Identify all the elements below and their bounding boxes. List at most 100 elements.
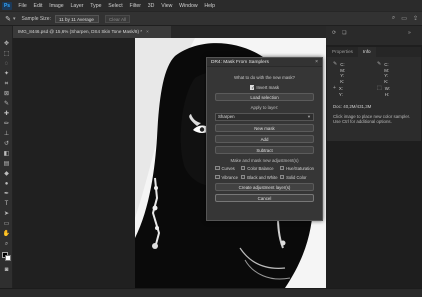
adjustment-label: Solid Color xyxy=(286,174,307,180)
add-button[interactable]: Add xyxy=(215,134,314,143)
gradient-tool-icon[interactable]: ▤ xyxy=(2,160,11,168)
document-tab[interactable]: IMG_8446.psd @ 15,6% (Sharpen, DS4 Skin … xyxy=(13,26,171,38)
adjustment-curves[interactable]: Curves xyxy=(215,166,239,171)
info-readout-size: ⬚ W: H: xyxy=(377,85,415,97)
path-select-tool-icon[interactable]: ➤ xyxy=(2,210,11,218)
new-mask-button[interactable]: New mask xyxy=(215,123,314,132)
lasso-tool-icon[interactable]: ◌ xyxy=(2,60,11,68)
menu-edit[interactable]: Edit xyxy=(30,3,46,9)
eraser-tool-icon[interactable]: ◧ xyxy=(2,150,11,158)
info-readout-cmyk-2: ✎ C: M: Y: K: xyxy=(377,61,415,84)
menu-filter[interactable]: Filter xyxy=(126,3,144,9)
info-readout-cmyk-1: ✎ C: M: Y: K: xyxy=(333,61,371,84)
cancel-button[interactable]: Cancel xyxy=(215,193,314,202)
type-tool-icon[interactable]: T xyxy=(2,200,11,208)
eyedropper-icon: ✎ xyxy=(377,61,382,67)
panel-icon-strip: ⟳ ❏ » xyxy=(326,26,422,46)
tab-properties[interactable]: Properties xyxy=(327,47,358,57)
marquee-tool-icon[interactable]: ⬚ xyxy=(2,50,11,58)
menu-window[interactable]: Window xyxy=(176,3,201,9)
options-bar: ✎ ▾ Sample Size: 11 by 11 Average Clear … xyxy=(0,11,422,26)
eyedropper-tool-icon[interactable]: ✎ xyxy=(3,15,13,23)
panel-tabs: Properties Info xyxy=(327,47,421,57)
adjustment-label: Curves xyxy=(221,165,235,171)
clone-stamp-icon[interactable]: ⊥ xyxy=(2,130,11,138)
crosshair-icon: + xyxy=(333,85,336,91)
adjustments-section-label: Make and mask new adjustment(s) xyxy=(230,157,299,163)
history-panel-icon[interactable]: ⟳ xyxy=(332,30,336,36)
quick-mask-icon[interactable]: ◙ xyxy=(2,266,11,274)
clear-all-button[interactable]: Clear All xyxy=(104,14,131,23)
adjustment-label: Color Balance xyxy=(247,165,274,171)
menu-image[interactable]: Image xyxy=(46,3,67,9)
tab-close-icon[interactable]: × xyxy=(146,29,149,34)
workspace-icon[interactable]: ▭ xyxy=(401,15,407,22)
solid-color-checkbox[interactable] xyxy=(279,174,285,180)
dodge-tool-icon[interactable]: ● xyxy=(2,180,11,188)
apply-to-layer-label: Apply to layer: xyxy=(250,105,279,110)
shape-tool-icon[interactable]: ▭ xyxy=(2,220,11,228)
frame-tool-icon[interactable]: ⊠ xyxy=(2,90,11,98)
blur-tool-icon[interactable]: ◆ xyxy=(2,170,11,178)
invert-mask-checkbox[interactable] xyxy=(249,85,255,90)
adjustment-label: Black and White xyxy=(247,174,278,180)
dialog-body: What to do with the new mask? Invert mas… xyxy=(207,67,322,204)
info-hint-text: Click image to place new color sampler. … xyxy=(333,114,411,125)
black-and-white-checkbox[interactable] xyxy=(240,174,246,180)
eyedropper-icon[interactable]: ✎ xyxy=(2,100,11,108)
menu-file[interactable]: File xyxy=(15,3,30,9)
marquee-icon: ⬚ xyxy=(377,85,382,91)
menu-layer[interactable]: Layer xyxy=(67,3,87,9)
adjustment-hue-saturation[interactable]: Hue/Saturation xyxy=(279,165,314,171)
pen-tool-icon[interactable]: ✒ xyxy=(2,190,11,198)
menu-select[interactable]: Select xyxy=(105,3,126,9)
adjustment-black-and-white[interactable]: Black and White xyxy=(240,174,278,180)
healing-brush-icon[interactable]: ✚ xyxy=(2,110,11,118)
menu-type[interactable]: Type xyxy=(87,3,105,9)
info-readouts: ✎ C: M: Y: K: ✎ C: M: Y: K: + X: Y: ⬚ W:… xyxy=(327,57,421,97)
create-adjustment-layers-button[interactable]: Create adjustment layer(s) xyxy=(215,182,314,191)
dialog-question: What to do with the new mask? xyxy=(233,75,295,80)
layer-select[interactable]: Sharpen ▼ xyxy=(215,113,314,121)
menu-bar: Ps File Edit Image Layer Type Select Fil… xyxy=(0,0,422,11)
collapse-panel-icon[interactable]: » xyxy=(408,30,411,36)
quick-select-tool-icon[interactable]: ✦ xyxy=(2,70,11,78)
tab-info[interactable]: Info xyxy=(357,47,376,57)
curves-checkbox[interactable] xyxy=(215,165,220,171)
layer-select-value: Sharpen xyxy=(218,114,235,119)
zoom-tool-icon[interactable]: ⌕ xyxy=(2,240,11,248)
menu-help[interactable]: Help xyxy=(201,3,218,9)
color-balance-checkbox[interactable] xyxy=(240,165,246,171)
photoshop-window: Ps File Edit Image Layer Type Select Fil… xyxy=(0,0,422,297)
hand-tool-icon[interactable]: ✋ xyxy=(2,230,11,238)
subtract-button[interactable]: Subtract xyxy=(215,145,314,154)
tool-preset-chevron-icon[interactable]: ▾ xyxy=(13,16,16,22)
tools-panel: ✥ ⬚ ◌ ✦ ⌗ ⊠ ✎ ✚ ✏ ⊥ ↺ ◧ ▤ ◆ ● ✒ T ➤ ▭ ✋ … xyxy=(0,26,13,288)
background-color-swatch[interactable] xyxy=(5,255,11,261)
readout-values: C: M: Y: K: xyxy=(340,62,346,84)
readout-values: W: H: xyxy=(384,86,391,97)
eyedropper-icon: ✎ xyxy=(333,61,338,67)
document-tab-title: IMG_8446.psd @ 15,6% (Sharpen, DS4 Skin … xyxy=(18,29,143,34)
menu-view[interactable]: View xyxy=(158,3,176,9)
close-icon[interactable]: × xyxy=(315,58,318,67)
menu-3d[interactable]: 3D xyxy=(144,3,157,9)
sample-size-select[interactable]: 11 by 11 Average xyxy=(54,14,99,23)
invert-mask-row[interactable]: Invert mask xyxy=(215,85,314,90)
crop-tool-icon[interactable]: ⌗ xyxy=(2,80,11,88)
info-readout-position: + X: Y: xyxy=(333,85,371,97)
chevron-down-icon: ▼ xyxy=(307,114,311,119)
adjustment-vibrance[interactable]: Vibrance xyxy=(215,175,239,180)
adjustment-color-balance[interactable]: Color Balance xyxy=(240,165,278,171)
search-icon[interactable]: ⌕ xyxy=(392,15,395,22)
hue-saturation-checkbox[interactable] xyxy=(279,165,285,171)
share-icon[interactable]: ⇪ xyxy=(413,15,418,22)
layers-panel-icon[interactable]: ❏ xyxy=(342,30,346,36)
vibrance-checkbox[interactable] xyxy=(215,174,220,180)
move-tool-icon[interactable]: ✥ xyxy=(2,40,11,48)
load-selection-button[interactable]: Load selection xyxy=(215,93,314,101)
history-brush-icon[interactable]: ↺ xyxy=(2,140,11,148)
brush-tool-icon[interactable]: ✏ xyxy=(2,120,11,128)
adjustment-solid-color[interactable]: Solid Color xyxy=(279,174,314,180)
invert-mask-label: Invert mask xyxy=(256,85,280,90)
